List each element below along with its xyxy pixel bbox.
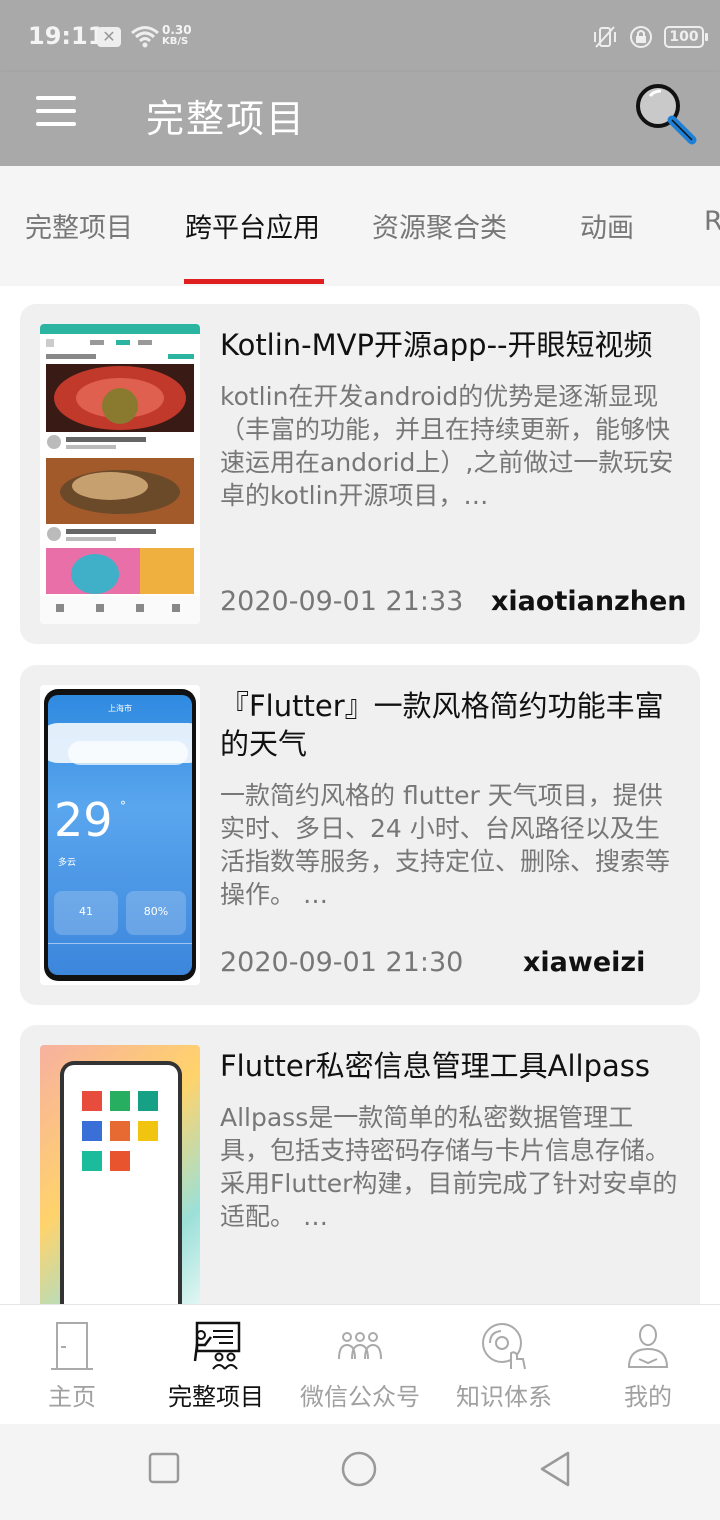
back-button[interactable] <box>538 1450 574 1488</box>
nav-home[interactable]: 主页 <box>0 1305 144 1425</box>
home-button[interactable] <box>340 1450 378 1488</box>
project-author: xiaotianzhen <box>491 586 687 617</box>
nav-label: 知识体系 <box>456 1383 552 1411</box>
thumb-weather: 多云 <box>58 858 77 868</box>
nav-mine[interactable]: 我的 <box>576 1305 720 1425</box>
thumb-city: 上海市 <box>108 704 132 713</box>
door-icon <box>51 1322 93 1370</box>
group-icon <box>338 1332 382 1360</box>
tab-animation[interactable]: 动画 <box>580 206 634 245</box>
presentation-icon <box>193 1321 241 1370</box>
project-description: kotlin在开发android的优势是逐渐显现（丰富的功能，并且在持续更新，能… <box>220 382 674 510</box>
network-speed: 0.30 KB/S <box>162 23 192 47</box>
nav-label: 完整项目 <box>168 1383 264 1411</box>
tab-bar: 完整项目 跨平台应用 资源聚合类 动画 R <box>0 166 720 286</box>
project-thumbnail <box>40 1045 200 1304</box>
thumb-aqi: 41 <box>79 905 93 918</box>
tab-complete-projects[interactable]: 完整项目 <box>25 206 133 245</box>
nav-label: 微信公众号 <box>300 1383 420 1411</box>
nav-label: 主页 <box>48 1383 96 1411</box>
vibrate-icon <box>594 26 616 48</box>
status-bar: 19:11 ✕ 0.30 KB/S 100 <box>0 0 720 72</box>
person-icon <box>627 1324 669 1368</box>
bottom-nav: 主页 完整项目 微信公众号 知识体系 我的 <box>0 1304 720 1424</box>
nav-knowledge-system[interactable]: 知识体系 <box>432 1305 576 1425</box>
project-card[interactable]: 上海市 29 ° 多云 41 80% 『Flutter』一款风格简约功能丰富的天… <box>20 665 700 1005</box>
nav-label: 我的 <box>624 1383 672 1411</box>
app-bar: 完整项目 <box>0 72 720 166</box>
lock-icon <box>630 26 652 48</box>
notification-icon: ✕ <box>97 27 121 47</box>
project-thumbnail: 上海市 29 ° 多云 41 80% <box>40 685 200 985</box>
project-title: Flutter私密信息管理工具Allpass <box>220 1049 650 1083</box>
menu-icon[interactable] <box>36 96 76 126</box>
thumb-humidity: 80% <box>143 905 169 918</box>
nav-complete-projects[interactable]: 完整项目 <box>144 1305 288 1425</box>
search-icon[interactable] <box>630 78 698 146</box>
recents-button[interactable] <box>148 1452 180 1484</box>
app-screenshot-image <box>40 324 200 624</box>
page-title: 完整项目 <box>146 97 307 141</box>
project-description: 一款简约风格的 flutter 天气项目，提供实时、多日、24 小时、台风路径以… <box>220 781 671 909</box>
status-time: 19:11 <box>28 22 105 50</box>
project-title: 『Flutter』一款风格简约功能丰富的天气 <box>220 689 664 761</box>
status-right: 100 <box>592 24 708 50</box>
tab-resource-aggregation[interactable]: 资源聚合类 <box>372 206 507 245</box>
nav-wechat-accounts[interactable]: 微信公众号 <box>288 1305 432 1425</box>
disc-icon <box>482 1323 526 1370</box>
tab-indicator <box>184 279 324 284</box>
project-author: xiaweizi <box>523 947 646 978</box>
project-description: Allpass是一款简单的私密数据管理工具，包括支持密码存储与卡片信息存储。采用… <box>220 1103 678 1231</box>
battery-icon: 100 <box>664 26 708 48</box>
tab-more[interactable]: R <box>704 206 720 237</box>
project-date: 2020-09-01 21:30 <box>220 947 464 978</box>
project-card[interactable]: Flutter私密信息管理工具Allpass Allpass是一款简单的私密数据… <box>20 1025 700 1304</box>
system-nav-bar <box>0 1424 720 1520</box>
thumb-temperature: 29 <box>54 793 113 847</box>
project-list: Kotlin-MVP开源app--开眼短视频 kotlin在开发android的… <box>0 286 720 1304</box>
project-card[interactable]: Kotlin-MVP开源app--开眼短视频 kotlin在开发android的… <box>20 304 700 644</box>
project-thumbnail <box>40 324 200 624</box>
project-title: Kotlin-MVP开源app--开眼短视频 <box>220 328 653 362</box>
tab-cross-platform[interactable]: 跨平台应用 <box>185 206 320 245</box>
wifi-icon <box>131 26 159 48</box>
project-date: 2020-09-01 21:33 <box>220 586 464 617</box>
